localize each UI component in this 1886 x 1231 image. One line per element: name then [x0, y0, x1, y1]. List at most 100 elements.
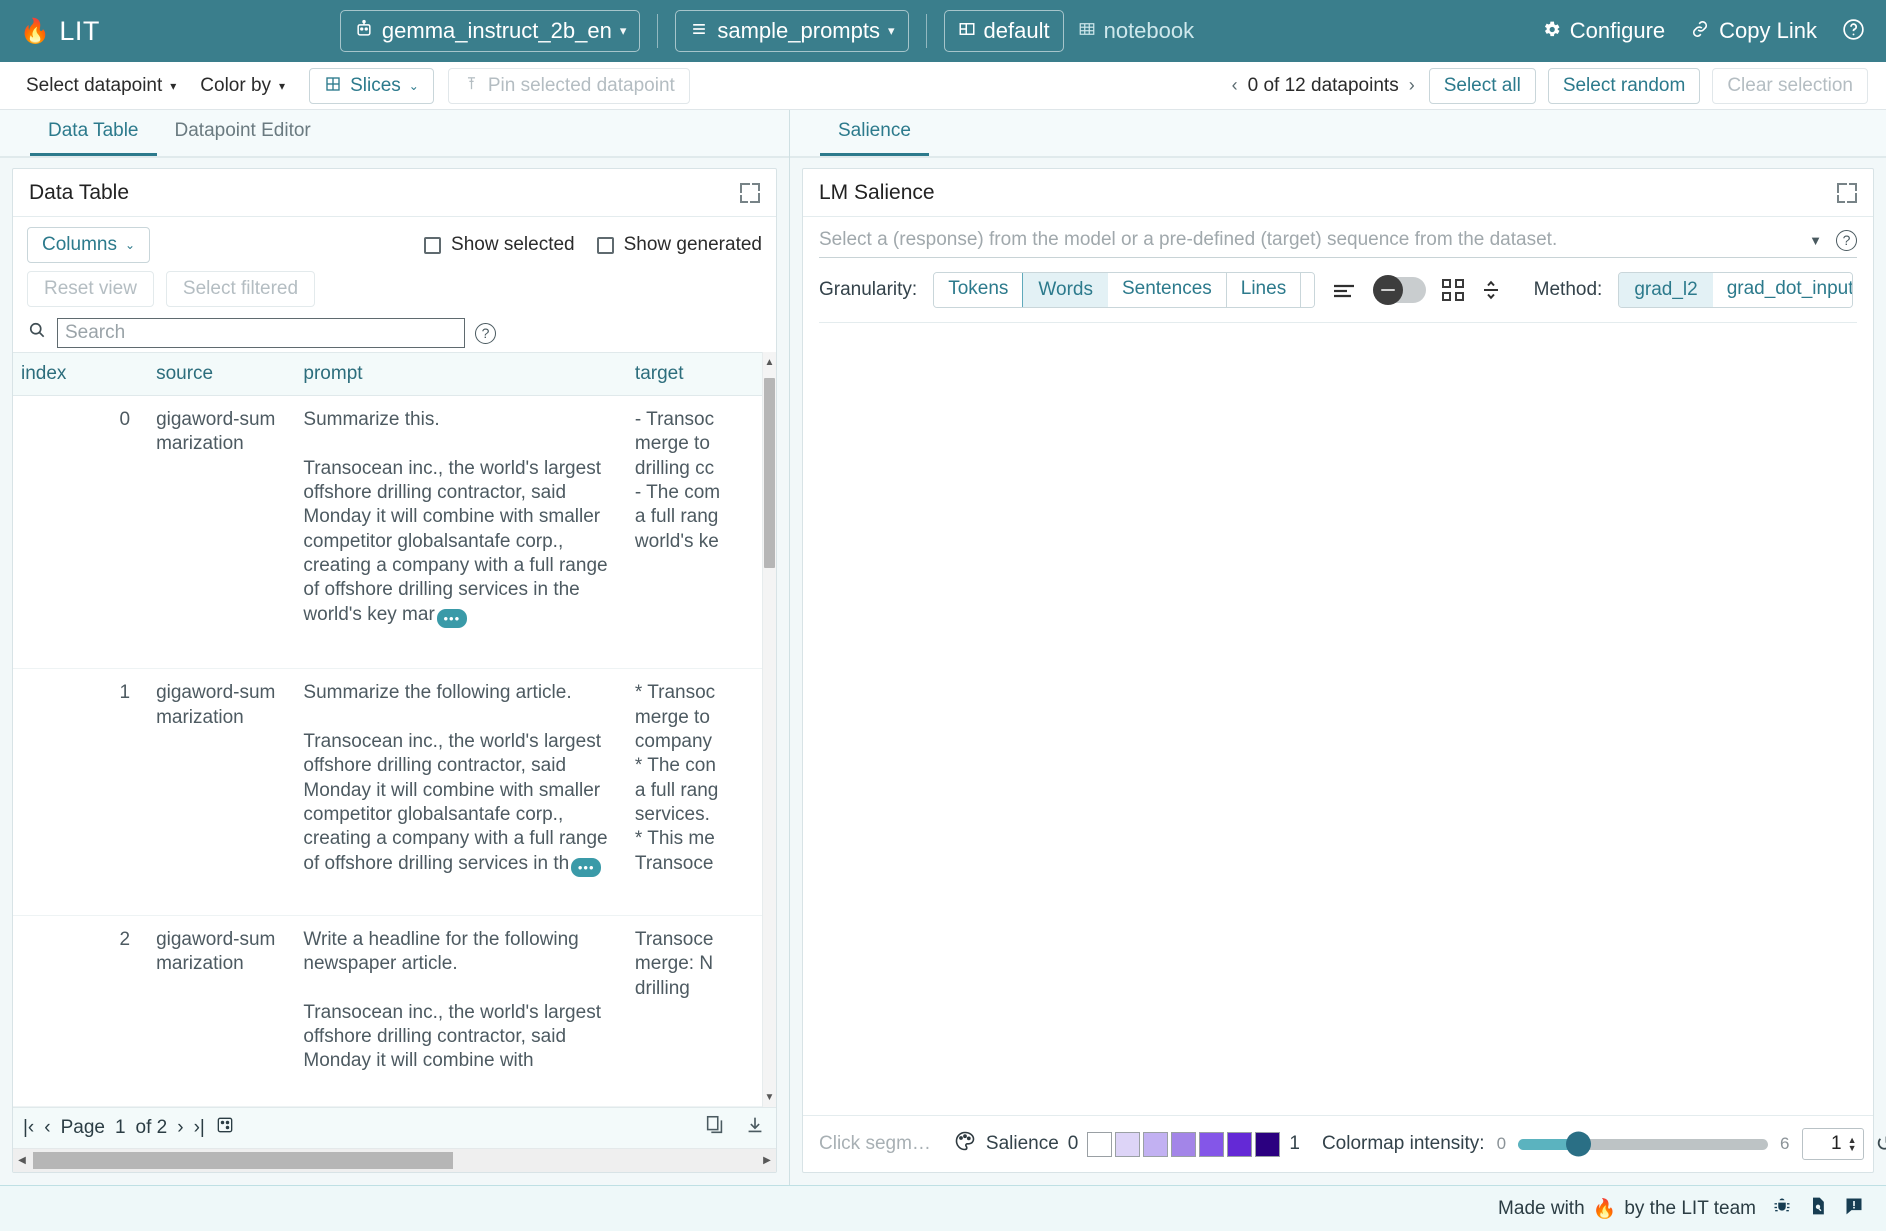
salience-legend-label: Salience	[986, 1133, 1059, 1155]
select-all-button[interactable]: Select all	[1429, 68, 1536, 104]
layout-default-button[interactable]: default	[944, 10, 1064, 52]
color-by-dropdown[interactable]: Color by ▾	[188, 71, 297, 101]
feedback-icon[interactable]	[1844, 1196, 1864, 1222]
slider-thumb[interactable]	[1566, 1132, 1591, 1157]
salience-footer: Click segm… Salience 0	[803, 1115, 1873, 1172]
method-option-grad-l2[interactable]: grad_l2	[1618, 272, 1713, 308]
column-header-index[interactable]: index	[13, 353, 148, 396]
page-number: 1	[115, 1117, 126, 1139]
data-table-body: 0 gigaword-summarization Summarize this.…	[13, 396, 762, 1107]
grid-view-icon[interactable]	[1442, 279, 1464, 301]
color-by-label: Color by	[200, 75, 271, 97]
dense-view-toggle[interactable]	[1373, 277, 1426, 303]
dataset-selector-chip[interactable]: sample_prompts ▾	[675, 10, 908, 52]
tab-salience[interactable]: Salience	[820, 120, 929, 156]
next-page-icon[interactable]: ›	[177, 1117, 183, 1139]
table-row[interactable]: 2 gigaword-summarization Write a headlin…	[13, 915, 762, 1106]
show-generated-checkbox[interactable]: Show generated	[597, 234, 762, 256]
copy-icon[interactable]	[704, 1114, 726, 1142]
documentation-icon[interactable]	[1808, 1196, 1828, 1222]
hscrollbar-thumb[interactable]	[33, 1152, 453, 1169]
pin-selected-datapoint-button[interactable]: Pin selected datapoint	[448, 68, 690, 104]
scroll-right-icon[interactable]: ▶	[758, 1155, 776, 1166]
lm-salience-module: LM Salience Select a (response) from the…	[802, 168, 1874, 1173]
salience-visualization-canvas[interactable]	[803, 323, 1873, 1115]
expand-ellipsis-pill[interactable]: •••	[437, 609, 467, 628]
copy-link-label: Copy Link	[1719, 18, 1817, 44]
select-random-button[interactable]: Select random	[1548, 68, 1701, 104]
granularity-option-tokens[interactable]: Tokens	[934, 273, 1023, 307]
help-circle-icon[interactable]: ?	[475, 323, 496, 344]
model-selector-chip[interactable]: gemma_instruct_2b_en ▾	[340, 10, 640, 52]
expand-icon[interactable]	[740, 183, 760, 203]
method-option-grad-dot-input[interactable]: grad_dot_input	[1713, 273, 1853, 307]
granularity-option-paragraph[interactable]: ¶	[1301, 273, 1315, 307]
normalize-icon[interactable]	[1480, 278, 1502, 302]
last-page-icon[interactable]: ›|	[194, 1117, 205, 1139]
reset-view-button[interactable]: Reset view	[27, 271, 154, 307]
configure-button[interactable]: Configure	[1541, 18, 1665, 44]
colormap-intensity-input[interactable]: 1 ▲▼	[1802, 1128, 1864, 1160]
column-header-source[interactable]: source	[148, 353, 295, 396]
next-datapoint-icon[interactable]: ›	[1409, 75, 1415, 96]
scrollbar-thumb[interactable]	[764, 378, 775, 568]
show-selected-checkbox[interactable]: Show selected	[424, 234, 575, 256]
expand-icon[interactable]	[1837, 183, 1857, 203]
cell-source: gigaword-summarization	[148, 915, 295, 1106]
main-split: Data Table Datapoint Editor Data Table C…	[0, 110, 1886, 1185]
dataset-name: sample_prompts	[717, 18, 880, 44]
granularity-option-sentences[interactable]: Sentences	[1108, 273, 1227, 307]
first-page-icon[interactable]: |‹	[23, 1117, 34, 1139]
layout-notebook-button[interactable]: notebook	[1064, 10, 1209, 52]
random-page-icon[interactable]	[215, 1115, 235, 1141]
bug-icon[interactable]	[1772, 1196, 1792, 1222]
page-total: of 2	[136, 1117, 168, 1139]
select-filtered-button[interactable]: Select filtered	[166, 271, 315, 307]
layout-panels-icon	[958, 20, 976, 42]
granularity-option-words[interactable]: Words	[1022, 272, 1109, 308]
help-circle-icon[interactable]: ?	[1836, 230, 1857, 251]
search-input[interactable]: Search	[57, 318, 465, 348]
column-header-target[interactable]: target	[627, 353, 762, 396]
scroll-up-icon[interactable]: ▲	[763, 354, 776, 370]
chevron-down-icon[interactable]: ▼	[1809, 233, 1822, 248]
layout-default-label: default	[984, 18, 1050, 44]
cell-index: 1	[13, 669, 148, 916]
table-row[interactable]: 1 gigaword-summarization Summarize the f…	[13, 669, 762, 916]
table-header-row: index source prompt target	[13, 353, 762, 396]
column-header-prompt[interactable]: prompt	[295, 353, 627, 396]
reset-view-label: Reset view	[44, 278, 137, 299]
colormap-intensity-slider[interactable]	[1518, 1139, 1768, 1150]
tab-data-table[interactable]: Data Table	[30, 120, 157, 156]
scroll-down-icon[interactable]: ▼	[763, 1089, 776, 1105]
copy-link-button[interactable]: Copy Link	[1689, 18, 1817, 44]
tab-datapoint-editor[interactable]: Datapoint Editor	[157, 120, 329, 156]
reset-icon[interactable]: ↺	[1876, 1131, 1886, 1157]
data-table-controls-row-2: Reset view Select filtered	[27, 271, 762, 307]
sequence-select[interactable]: Select a (response) from the model or a …	[819, 229, 1857, 258]
dataset-icon	[689, 19, 709, 43]
stepper-icon[interactable]: ▲▼	[1848, 1136, 1857, 1152]
scroll-left-icon[interactable]: ◀	[13, 1155, 31, 1166]
clear-selection-button[interactable]: Clear selection	[1712, 68, 1868, 104]
download-icon[interactable]	[744, 1114, 766, 1142]
prev-page-icon[interactable]: ‹	[44, 1117, 50, 1139]
prev-datapoint-icon[interactable]: ‹	[1232, 75, 1238, 96]
table-row[interactable]: 0 gigaword-summarization Summarize this.…	[13, 396, 762, 669]
palette-icon[interactable]	[953, 1129, 977, 1159]
columns-dropdown[interactable]: Columns ⌄	[27, 227, 150, 263]
appbar-divider-2	[926, 14, 927, 48]
granularity-label: Granularity:	[819, 279, 917, 301]
cell-prompt: Summarize this. Transocean inc., the wor…	[295, 396, 627, 669]
tab-data-table-label: Data Table	[48, 120, 139, 141]
granularity-option-lines[interactable]: Lines	[1227, 273, 1301, 307]
table-horizontal-scrollbar[interactable]: ◀ ▶	[13, 1148, 776, 1172]
select-datapoint-dropdown[interactable]: Select datapoint ▾	[14, 71, 188, 101]
appbar-divider-1	[657, 14, 658, 48]
slices-button[interactable]: Slices ⌄	[309, 68, 434, 104]
show-selected-label: Show selected	[451, 234, 575, 256]
expand-ellipsis-pill[interactable]: •••	[571, 858, 601, 877]
table-vertical-scrollbar[interactable]: ▲ ▼	[762, 352, 776, 1107]
made-with-prefix: Made with	[1498, 1198, 1585, 1220]
help-button[interactable]	[1841, 17, 1866, 46]
